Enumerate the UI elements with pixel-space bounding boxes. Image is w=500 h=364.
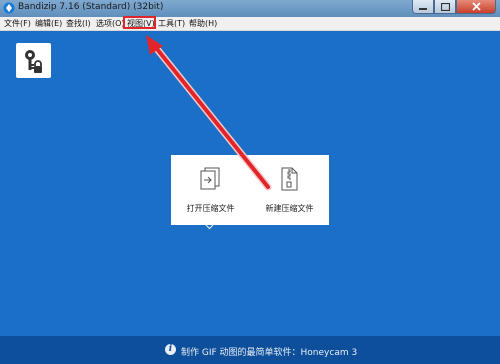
footer-promo-text: 制作 GIF 动图的最简单软件：Honeycam 3 <box>181 348 358 358</box>
annotation-arrow <box>146 35 272 191</box>
info-icon: i <box>165 344 176 355</box>
promo-footer[interactable]: i 制作 GIF 动图的最简单软件：Honeycam 3 <box>0 336 500 364</box>
